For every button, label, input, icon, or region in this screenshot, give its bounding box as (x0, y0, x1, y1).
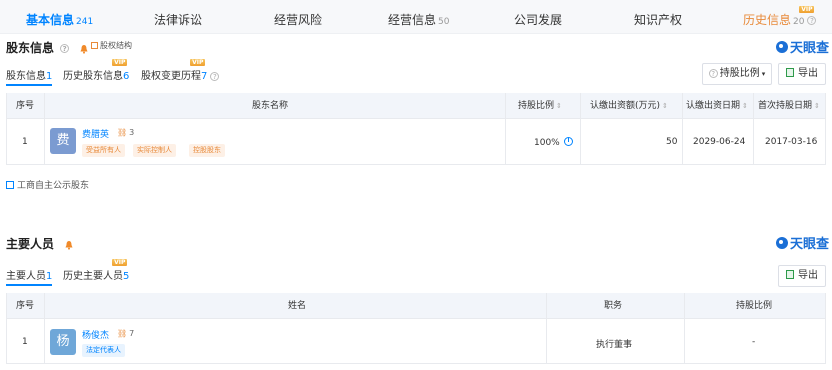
export-button[interactable]: 导出 (778, 63, 826, 85)
col-name: 姓名 (288, 301, 307, 311)
active-subtab-indicator (6, 84, 52, 86)
vip-badge: VIP (112, 259, 128, 266)
help-icon[interactable]: ? (60, 44, 70, 53)
personnel-table-header: 序号 姓名 职务 持股比例 (6, 293, 826, 319)
person-name-link[interactable]: 杨俊杰 (82, 328, 109, 341)
tag-beneficiary: 受益所有人 (82, 144, 125, 157)
logo-icon (776, 237, 788, 249)
tab-risk[interactable]: 经营风险 (274, 0, 322, 34)
tab-operation[interactable]: 经营信息 50 (388, 0, 449, 34)
tianyancha-logo: 天眼查 (776, 37, 829, 56)
subtab-key-personnel[interactable]: 主要人员1 (6, 267, 52, 282)
table-border (6, 93, 7, 164)
link-icon: ⛓ (117, 329, 128, 338)
subtab-equity-changes[interactable]: VIP 股权变更历程7? (141, 59, 220, 82)
table-border (6, 164, 826, 165)
export-icon (786, 68, 794, 77)
sort-icon: ⇕ (556, 102, 562, 110)
top-nav: 基本信息 241 法律诉讼 经营风险 经营信息 50 公司发展 知识产权 VIP 历… (0, 0, 832, 34)
vip-badge: VIP (112, 59, 128, 66)
tab-development[interactable]: 公司发展 (514, 0, 562, 34)
key-personnel-title: 主要人员 (6, 235, 74, 252)
export-icon (786, 270, 794, 279)
col-index: 序号 (16, 101, 35, 111)
pie-chart-icon[interactable] (563, 137, 573, 146)
table-border (825, 93, 826, 164)
table-border (753, 93, 754, 164)
row-index: 1 (22, 337, 28, 347)
self-disclosed-shareholders-link[interactable]: 工商自主公示股东 (6, 178, 89, 191)
col-capital[interactable]: 认缴出资额(万元) ⇕ (590, 93, 668, 119)
col-ratio[interactable]: 持股比例 ⇕ (518, 93, 562, 119)
related-companies-count[interactable]: ⛓ 7 (117, 329, 134, 338)
table-border (6, 293, 7, 363)
related-companies-count[interactable]: ⛓ 3 (117, 128, 134, 137)
help-icon[interactable]: ? (210, 71, 220, 81)
shareholder-name-link[interactable]: 费腊英 (82, 127, 109, 140)
structure-icon (91, 42, 98, 49)
table-border (580, 93, 581, 164)
vip-badge: VIP (190, 59, 206, 66)
table-border (684, 293, 685, 363)
position-value: 执行董事 (596, 340, 633, 350)
shareholders-title: 股东信息 ? (6, 39, 89, 56)
tag-controlling-shareholder: 控股股东 (189, 144, 225, 157)
table-border (546, 293, 547, 363)
bell-icon (65, 240, 73, 250)
subtab-shareholders[interactable]: 股东信息1 (6, 67, 52, 82)
bell-icon (80, 44, 88, 54)
document-icon (6, 181, 14, 189)
vip-badge: VIP (799, 6, 815, 13)
sort-icon: ⇕ (742, 102, 748, 110)
avatar: 费 (50, 128, 76, 154)
logo-icon (776, 41, 788, 53)
table-border (505, 93, 506, 164)
tianyancha-logo: 天眼查 (776, 233, 829, 252)
col-capital-date[interactable]: 认缴出资日期 ⇕ (686, 93, 748, 119)
chevron-down-icon: ▾ (761, 70, 766, 78)
ratio-value: 100% (534, 137, 573, 148)
capital-value: 50 (666, 137, 678, 147)
tag-actual-controller: 实际控制人 (133, 144, 176, 157)
col-position: 职务 (604, 301, 623, 311)
sort-icon: ⇕ (662, 102, 668, 110)
tab-ip[interactable]: 知识产权 (634, 0, 682, 34)
col-index: 序号 (16, 301, 35, 311)
subtab-history-personnel[interactable]: VIP 历史主要人员5 (63, 259, 129, 282)
export-button[interactable]: 导出 (778, 265, 826, 287)
shareholders-table-header: 序号 股东名称 持股比例 ⇕ 认缴出资额(万元) ⇕ 认缴出资日期 ⇕ 首次持股日期 ⇕ (6, 93, 826, 119)
tab-history[interactable]: VIP 历史信息 20? (743, 0, 828, 34)
col-shareholder-name: 股东名称 (252, 101, 289, 111)
sort-icon: ⇕ (814, 102, 820, 110)
table-border (44, 93, 45, 164)
sort-ratio-dropdown[interactable]: ? 持股比例 ▾ (702, 63, 772, 85)
equity-structure-link[interactable]: 股权结构 (91, 40, 132, 51)
col-first-date[interactable]: 首次持股日期 ⇕ (758, 93, 820, 119)
avatar: 杨 (50, 329, 76, 355)
col-ratio: 持股比例 (736, 301, 773, 311)
row-index: 1 (22, 137, 28, 147)
first-date-value: 2017-03-16 (765, 137, 818, 147)
link-icon: ⛓ (117, 128, 128, 137)
table-border (44, 293, 45, 363)
active-subtab-indicator (6, 284, 52, 286)
help-icon: ? (708, 68, 718, 78)
tab-basic-info[interactable]: 基本信息 241 (26, 0, 93, 34)
tab-legal[interactable]: 法律诉讼 (154, 0, 202, 34)
help-icon[interactable]: ? (807, 16, 817, 25)
capital-date-value: 2029-06-24 (693, 137, 746, 147)
subtab-history-shareholders[interactable]: VIP 历史股东信息6 (63, 59, 129, 82)
table-border (6, 363, 826, 364)
tag-legal-representative: 法定代表人 (82, 344, 125, 357)
table-border (825, 293, 826, 363)
ratio-value: - (752, 337, 756, 347)
table-border (682, 93, 683, 164)
